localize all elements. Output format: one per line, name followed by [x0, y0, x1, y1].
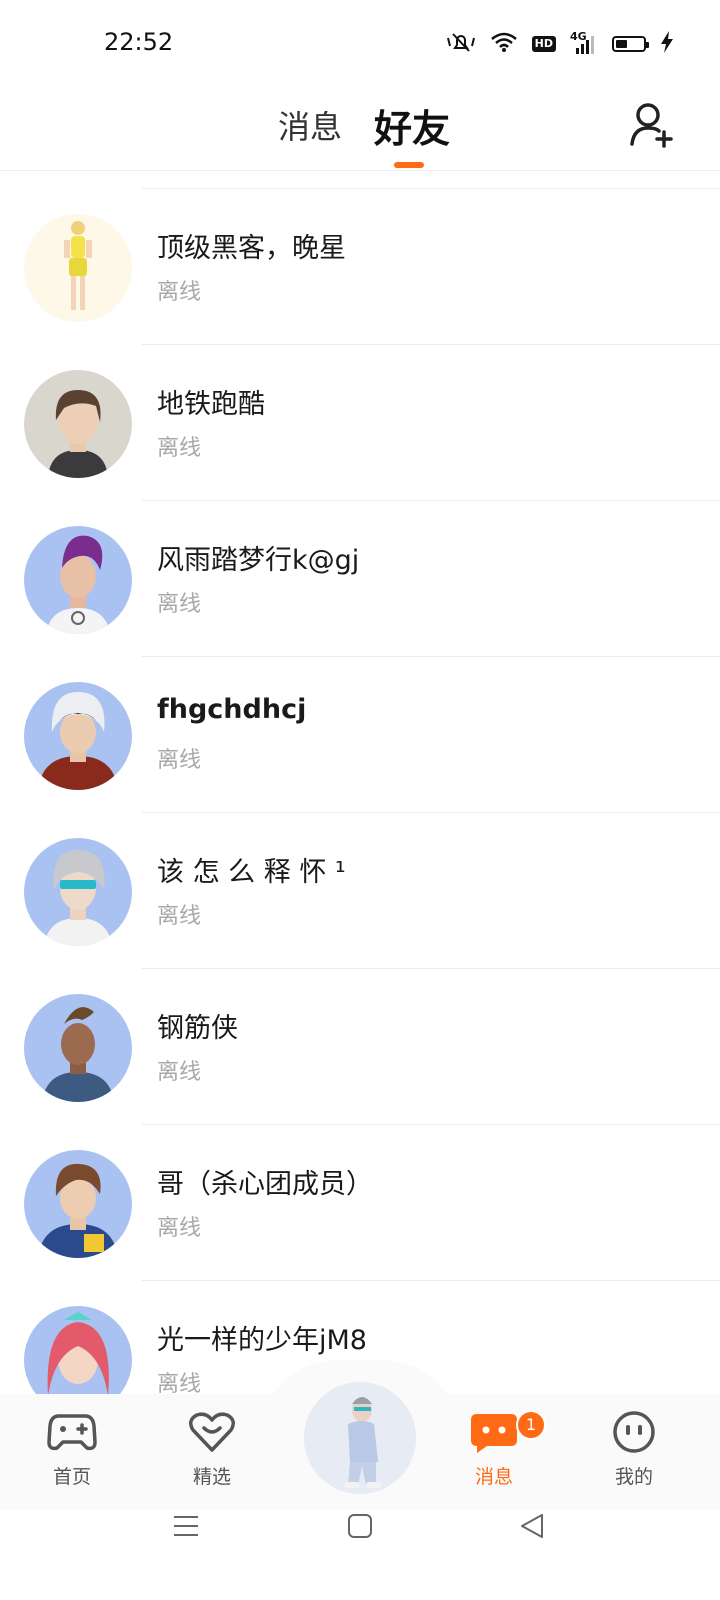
charging-icon: [660, 30, 674, 58]
add-friend-button[interactable]: [628, 100, 676, 148]
friend-row[interactable]: 风雨踏梦行k@gj 离线: [0, 500, 720, 656]
avatar[interactable]: [24, 1150, 132, 1258]
center-avatar-button[interactable]: [304, 1382, 416, 1494]
heart-smile-icon: [189, 1412, 235, 1452]
status-bar: 22:52 HD 4G: [0, 0, 720, 90]
gamepad-icon: [47, 1414, 97, 1451]
signal-4g-icon: 4G: [570, 30, 598, 56]
nav-me[interactable]: 我的: [584, 1410, 684, 1489]
add-user-icon: [630, 103, 673, 148]
friend-row[interactable]: 该 怎 么 释 怀 ¹ 离线: [0, 812, 720, 968]
tab-messages[interactable]: 消息: [278, 102, 342, 148]
nav-home-label: 首页: [52, 1466, 91, 1488]
tab-friends[interactable]: 好友: [374, 98, 450, 153]
system-nav-bar: [0, 1510, 720, 1600]
nav-messages-label: 消息: [474, 1466, 513, 1488]
tab-active-indicator: [394, 162, 424, 168]
header-divider: [0, 170, 720, 171]
menu-icon[interactable]: [172, 1512, 200, 1540]
profile-face-icon: [613, 1411, 655, 1453]
wifi-icon: [490, 31, 518, 57]
top-tabs: 消息 好友: [0, 90, 720, 170]
friend-name: 风雨踏梦行k@gj: [157, 545, 360, 576]
battery-icon: [612, 36, 649, 52]
status-icons: HD 4G: [446, 30, 674, 58]
friend-name: 顶级黑客，晚星: [157, 233, 346, 264]
friend-status: 离线: [157, 1216, 202, 1241]
friend-row[interactable]: 哥（杀心团成员） 离线: [0, 1124, 720, 1280]
friend-status: 离线: [157, 904, 202, 929]
friend-row[interactable]: 钢筋侠 离线: [0, 968, 720, 1124]
friend-status: 离线: [157, 1060, 202, 1085]
avatar[interactable]: [24, 214, 132, 322]
friend-name: 光一样的少年jM8: [157, 1325, 367, 1356]
player-avatar-icon: [304, 1382, 416, 1494]
friend-name: 该 怎 么 释 怀 ¹: [157, 857, 346, 888]
nav-featured-label: 精选: [192, 1466, 231, 1488]
mute-icon: [446, 30, 476, 58]
avatar[interactable]: [24, 682, 132, 790]
friend-name: 钢筋侠: [157, 1013, 238, 1044]
friend-status: 离线: [157, 748, 202, 773]
friend-status: 离线: [157, 436, 202, 461]
avatar[interactable]: [24, 838, 132, 946]
friend-status: 离线: [157, 280, 202, 305]
home-square-icon[interactable]: [346, 1512, 374, 1540]
avatar[interactable]: [24, 994, 132, 1102]
status-time: 22:52: [104, 28, 174, 56]
avatar[interactable]: [24, 526, 132, 634]
unread-badge: 1: [516, 1410, 546, 1440]
nav-me-label: 我的: [614, 1466, 653, 1488]
friend-name: 地铁跑酷: [157, 389, 265, 420]
friend-name: fhgchdhcj: [157, 694, 307, 725]
friend-status: 离线: [157, 592, 202, 617]
friend-name: 哥（杀心团成员）: [157, 1169, 373, 1200]
nav-home[interactable]: 首页: [22, 1410, 122, 1489]
friend-row[interactable]: fhgchdhcj 离线: [0, 656, 720, 812]
back-triangle-icon[interactable]: [518, 1512, 546, 1540]
friend-row[interactable]: 地铁跑酷 离线: [0, 344, 720, 500]
nav-featured[interactable]: 精选: [162, 1410, 262, 1489]
message-bubble-icon: [471, 1414, 517, 1453]
avatar[interactable]: [24, 370, 132, 478]
hd-icon: HD: [531, 36, 556, 52]
friend-row[interactable]: 顶级黑客，晚星 离线: [0, 188, 720, 344]
friend-list: 顶级黑客，晚星 离线 地铁跑酷 离线 风雨踏梦行k@gj 离线 fhgchdhc…: [0, 188, 720, 1436]
